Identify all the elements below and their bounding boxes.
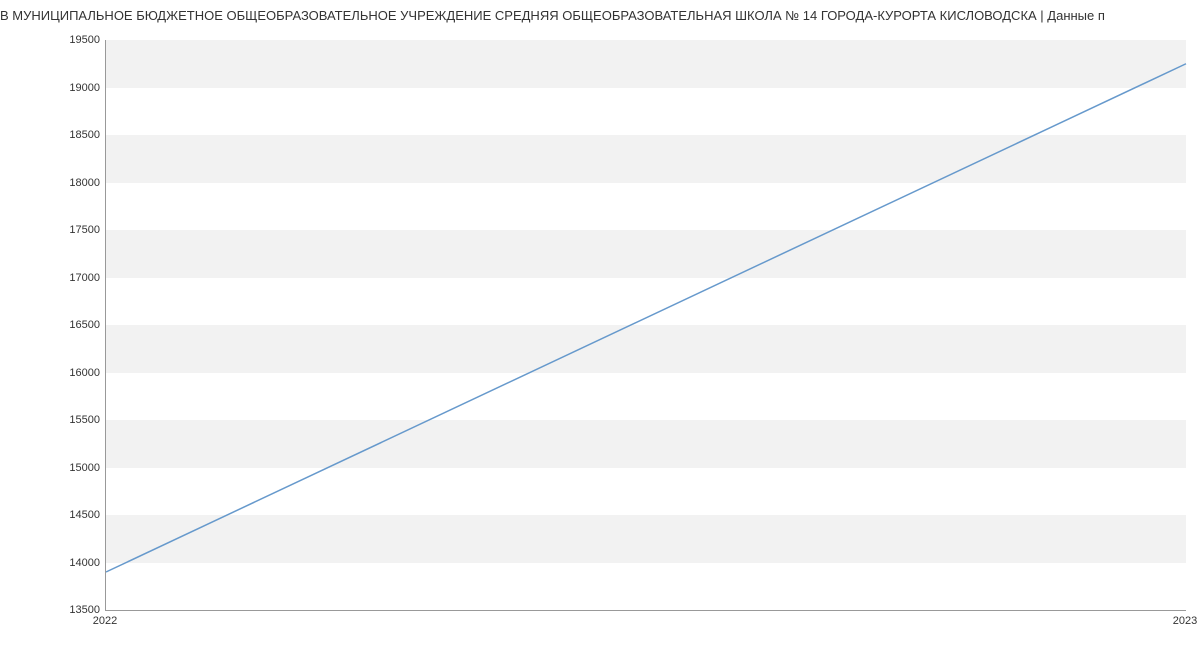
y-tick-label: 15000 — [40, 462, 100, 474]
y-tick-label: 19500 — [40, 34, 100, 46]
y-tick-label: 18000 — [40, 177, 100, 189]
chart-container: В МУНИЦИПАЛЬНОЕ БЮДЖЕТНОЕ ОБЩЕОБРАЗОВАТЕ… — [0, 0, 1200, 650]
y-tick-label: 19000 — [40, 82, 100, 94]
chart-title: В МУНИЦИПАЛЬНОЕ БЮДЖЕТНОЕ ОБЩЕОБРАЗОВАТЕ… — [0, 8, 1200, 23]
x-tick-label: 2023 — [1173, 615, 1197, 627]
x-tick-label: 2022 — [93, 615, 117, 627]
data-line — [106, 64, 1186, 572]
y-tick-label: 14500 — [40, 509, 100, 521]
y-tick-label: 17000 — [40, 272, 100, 284]
y-tick-label: 18500 — [40, 129, 100, 141]
y-tick-label: 14000 — [40, 557, 100, 569]
y-tick-label: 13500 — [40, 604, 100, 616]
plot-area — [105, 40, 1186, 611]
y-tick-label: 17500 — [40, 224, 100, 236]
line-series — [106, 40, 1186, 610]
y-tick-label: 16500 — [40, 319, 100, 331]
y-tick-label: 16000 — [40, 367, 100, 379]
y-tick-label: 15500 — [40, 414, 100, 426]
